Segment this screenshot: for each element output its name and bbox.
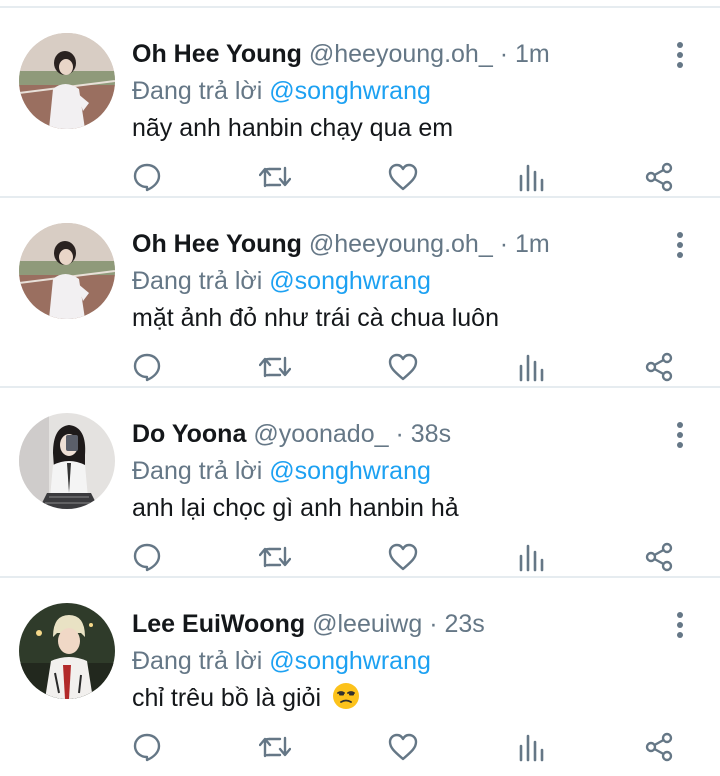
- replying-to-label: Đang trả lời: [132, 457, 263, 485]
- user-handle[interactable]: @yoonado_: [253, 420, 388, 448]
- replying-to: Đang trả lời @songhwrang: [132, 264, 431, 298]
- analytics-icon[interactable]: [514, 730, 548, 764]
- like-icon[interactable]: [386, 160, 420, 194]
- like-icon[interactable]: [386, 540, 420, 574]
- reply-tweet[interactable]: Oh Hee Young @heeyoung.oh_ · 1m Đang trả…: [0, 8, 720, 198]
- timestamp[interactable]: 1m: [515, 40, 550, 68]
- reply-icon[interactable]: [130, 540, 164, 574]
- reply-tweet[interactable]: Lee EuiWoong @leeuiwg · 23s Đang trả lời…: [0, 578, 720, 768]
- reply-icon[interactable]: [130, 350, 164, 384]
- tweet-header: Oh Hee Young @heeyoung.oh_ · 1m: [132, 227, 550, 261]
- share-icon[interactable]: [642, 540, 676, 574]
- retweet-icon[interactable]: [258, 730, 292, 764]
- tweet-text: nãy anh hanbin chạy qua em: [132, 114, 454, 142]
- share-icon[interactable]: [642, 350, 676, 384]
- replying-to-label: Đang trả lời: [132, 77, 263, 105]
- avatar[interactable]: [19, 603, 115, 699]
- share-icon[interactable]: [642, 160, 676, 194]
- tweet-text: anh lại chọc gì anh hanbin hả: [132, 494, 459, 522]
- reply-tweet[interactable]: Oh Hee Young @heeyoung.oh_ · 1m Đang trả…: [0, 198, 720, 388]
- timestamp[interactable]: 1m: [515, 230, 550, 258]
- avatar[interactable]: [19, 223, 115, 319]
- replying-to: Đang trả lời @songhwrang: [132, 74, 431, 108]
- like-icon[interactable]: [386, 730, 420, 764]
- mention-link[interactable]: @songhwrang: [269, 647, 431, 675]
- display-name[interactable]: Lee EuiWoong: [132, 610, 305, 638]
- display-name[interactable]: Oh Hee Young: [132, 40, 302, 68]
- timestamp[interactable]: 38s: [411, 420, 451, 448]
- display-name[interactable]: Do Yoona: [132, 420, 246, 448]
- mention-link[interactable]: @songhwrang: [269, 267, 431, 295]
- separator: ·: [395, 420, 404, 448]
- reply-tweet[interactable]: Do Yoona @yoonado_ · 38s Đang trả lời @s…: [0, 388, 720, 578]
- retweet-icon[interactable]: [258, 540, 292, 574]
- reply-icon[interactable]: [130, 160, 164, 194]
- replying-to-label: Đang trả lời: [132, 647, 263, 675]
- more-options-icon[interactable]: [667, 40, 693, 70]
- tweet-header: Do Yoona @yoonado_ · 38s: [132, 417, 451, 451]
- user-handle[interactable]: @heeyoung.oh_: [309, 40, 493, 68]
- separator: ·: [499, 230, 509, 258]
- more-options-icon[interactable]: [667, 610, 693, 640]
- separator: ·: [429, 610, 438, 638]
- reply-icon[interactable]: [130, 730, 164, 764]
- replying-to: Đang trả lời @songhwrang: [132, 644, 431, 678]
- tweet-header: Oh Hee Young @heeyoung.oh_ · 1m: [132, 37, 550, 71]
- mention-link[interactable]: @songhwrang: [269, 77, 431, 105]
- like-icon[interactable]: [386, 350, 420, 384]
- more-options-icon[interactable]: [667, 420, 693, 450]
- retweet-icon[interactable]: [258, 350, 292, 384]
- tweet-text: mặt ảnh đỏ như trái cà chua luôn: [132, 304, 499, 332]
- more-options-icon[interactable]: [667, 230, 693, 260]
- tweet-text-content: chỉ trêu bồ là giỏi: [132, 684, 322, 712]
- avatar[interactable]: [19, 413, 115, 509]
- analytics-icon[interactable]: [514, 540, 548, 574]
- tweet-text: chỉ trêu bồ là giỏi: [132, 681, 360, 719]
- avatar[interactable]: [19, 33, 115, 129]
- mention-link[interactable]: @songhwrang: [269, 457, 431, 485]
- top-divider: [0, 0, 720, 8]
- timestamp[interactable]: 23s: [445, 610, 485, 638]
- share-icon[interactable]: [642, 730, 676, 764]
- analytics-icon[interactable]: [514, 350, 548, 384]
- unamused-face-emoji: [332, 682, 360, 719]
- user-handle[interactable]: @leeuiwg: [312, 610, 422, 638]
- tweet-header: Lee EuiWoong @leeuiwg · 23s: [132, 607, 485, 641]
- user-handle[interactable]: @heeyoung.oh_: [309, 230, 493, 258]
- separator: ·: [499, 40, 509, 68]
- display-name[interactable]: Oh Hee Young: [132, 230, 302, 258]
- retweet-icon[interactable]: [258, 160, 292, 194]
- analytics-icon[interactable]: [514, 160, 548, 194]
- replying-to-label: Đang trả lời: [132, 267, 263, 295]
- replying-to: Đang trả lời @songhwrang: [132, 454, 431, 488]
